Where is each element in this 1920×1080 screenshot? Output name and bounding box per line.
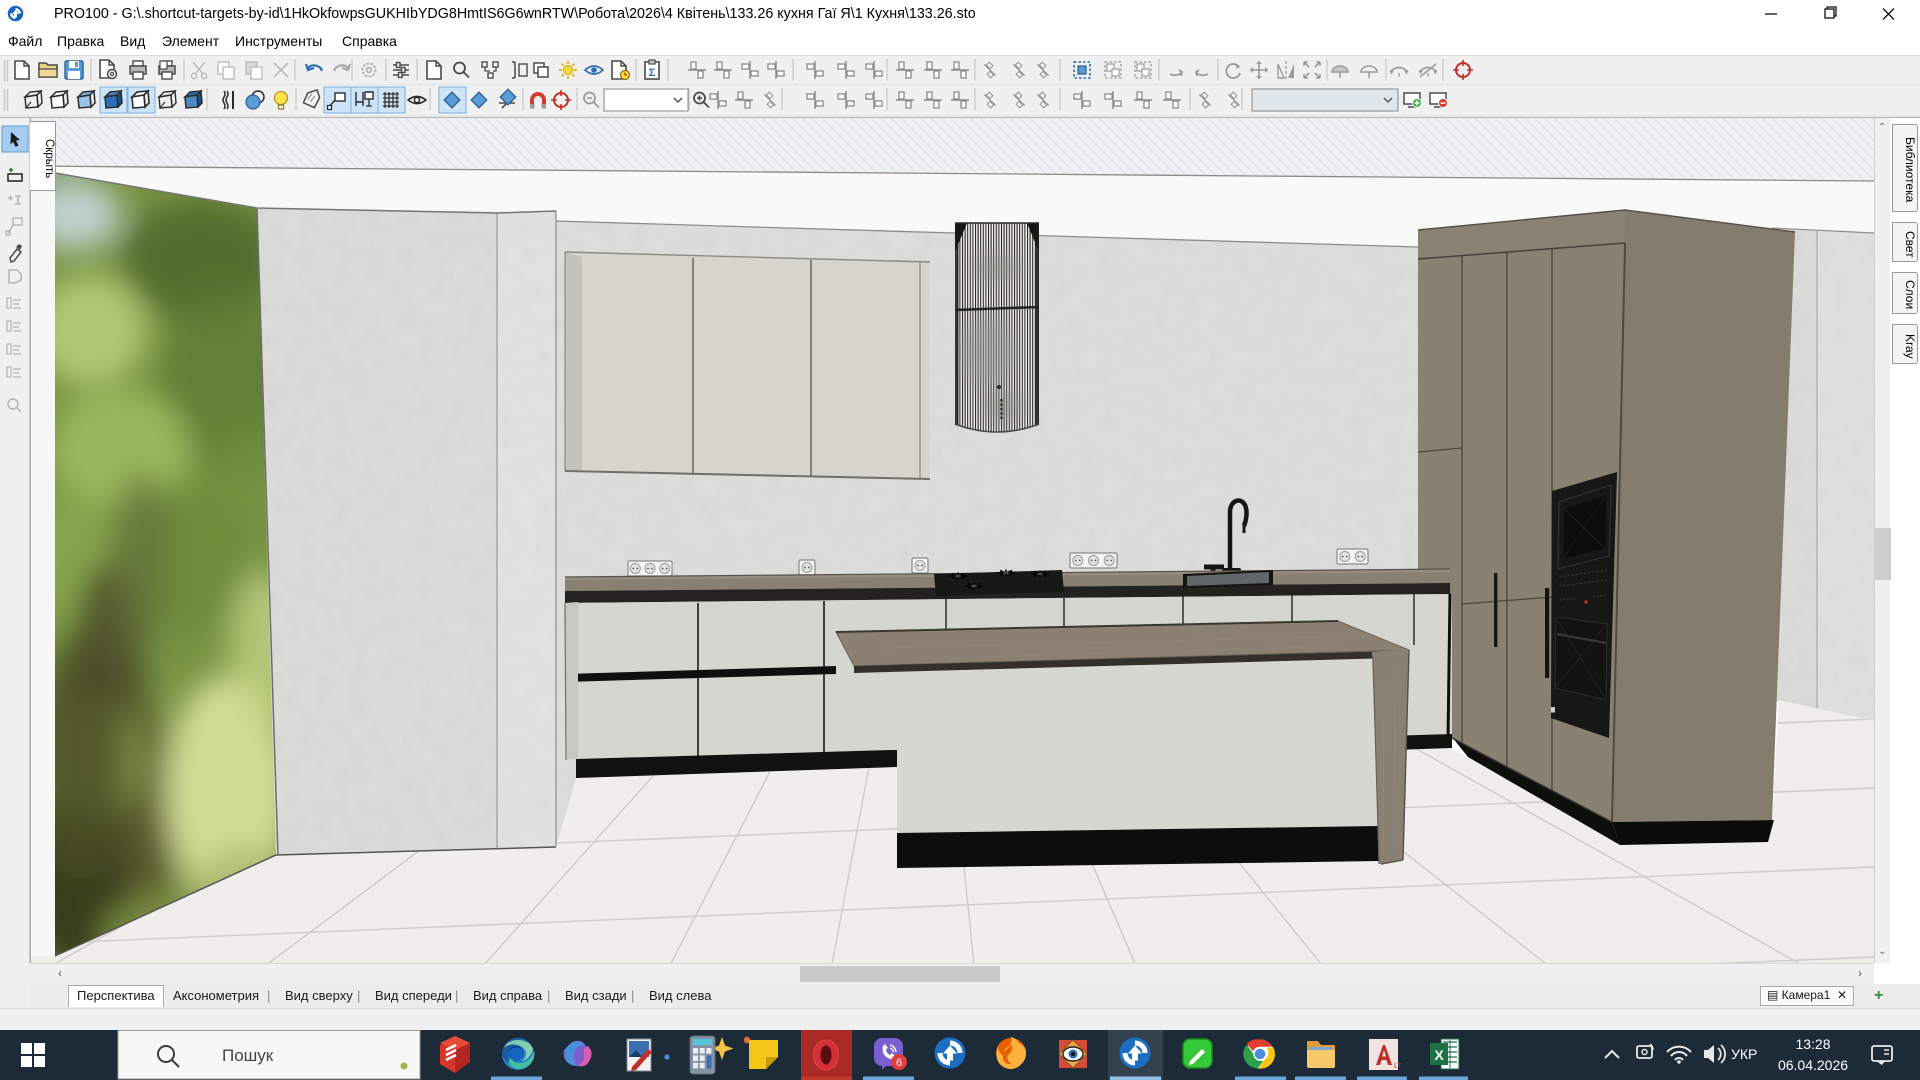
svg-text:Пошук: Пошук bbox=[222, 1046, 274, 1065]
svg-text:6: 6 bbox=[896, 1057, 902, 1069]
svg-text:X: X bbox=[1434, 1047, 1444, 1063]
svg-text:LT: LT bbox=[1394, 1063, 1402, 1070]
